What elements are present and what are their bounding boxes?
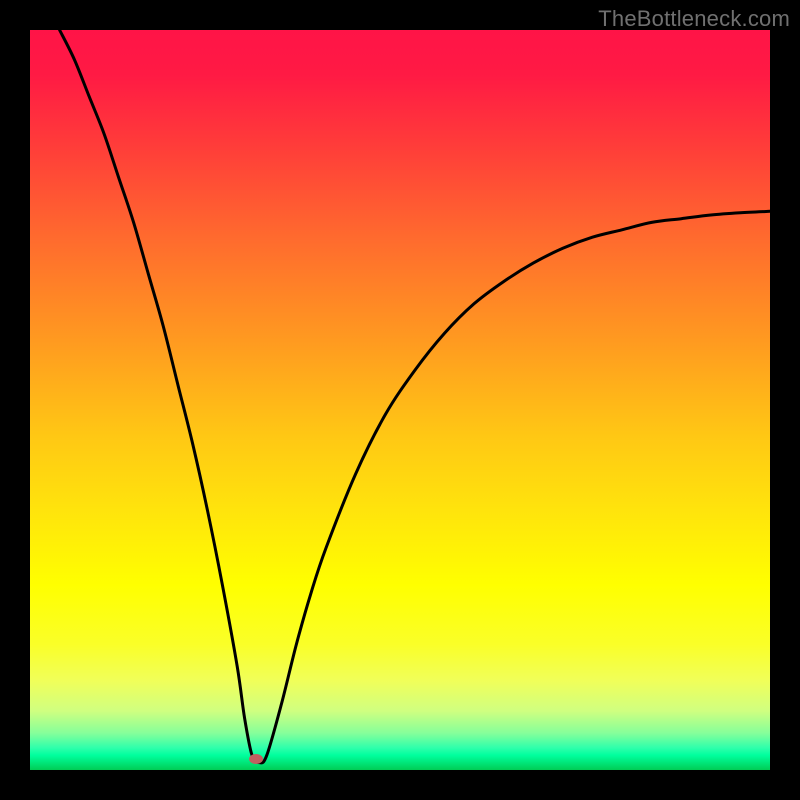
- bottleneck-curve: [60, 30, 770, 763]
- minimum-marker: [249, 754, 263, 764]
- curve-svg: [30, 30, 770, 770]
- plot-area: [30, 30, 770, 770]
- chart-frame: TheBottleneck.com: [0, 0, 800, 800]
- watermark-text: TheBottleneck.com: [598, 6, 790, 32]
